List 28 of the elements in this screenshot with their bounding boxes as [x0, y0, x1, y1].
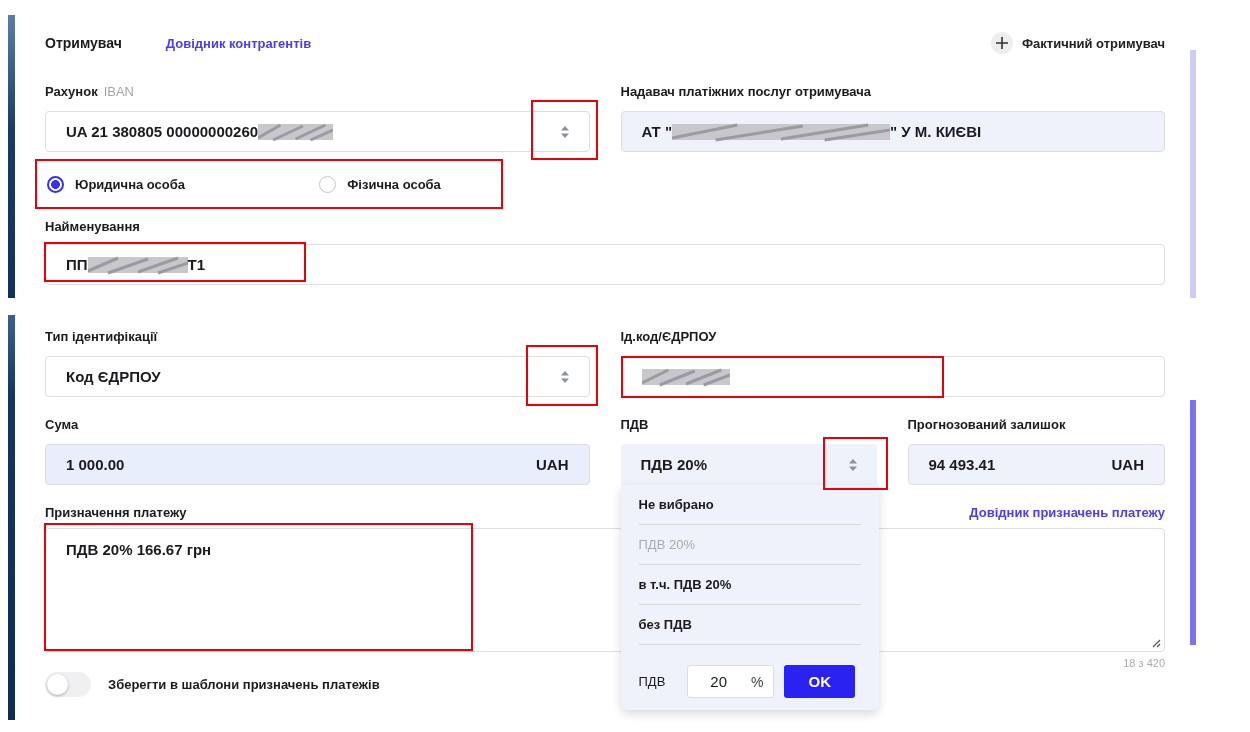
field-label: Тип ідентифікації: [45, 329, 158, 346]
purpose-value: ПДВ 20% 166.67 грн: [66, 541, 212, 558]
provider-value: АТ ": [641, 123, 673, 140]
account-value: UA 21 380805 00000000260: [66, 123, 259, 140]
field-label: Надавач платіжних послуг отримувача: [620, 84, 871, 101]
name-value: Т1: [187, 256, 206, 273]
section-title: Отримувач: [45, 35, 122, 51]
currency-label: UAH: [1111, 456, 1144, 473]
id-type-value: Код ЄДРПОУ: [66, 368, 161, 385]
character-counter: 18 з 420: [1122, 657, 1165, 669]
currency-label: UAH: [536, 456, 569, 473]
field-label: Прогнозований залишок: [907, 417, 1066, 434]
toggle-label: Зберегти в шаблони призначень платежів: [108, 677, 380, 692]
field-label: Ід.код/ЄДРПОУ: [620, 329, 717, 346]
field-label: Призначення платежу: [45, 505, 187, 520]
field-hint: IBAN: [103, 84, 134, 101]
percent-label: %: [750, 673, 764, 690]
name-value: ПП: [66, 256, 88, 273]
rate-label: ПДВ: [638, 674, 666, 689]
amount-value: 1 000.00: [66, 456, 125, 473]
field-label: Рахунок: [45, 84, 98, 101]
balance-value: 94 493.41: [928, 456, 996, 473]
provider-value: " У М. КИЄВІ: [890, 123, 982, 140]
vat-value: ПДВ 20%: [640, 456, 707, 473]
field-label: Сума: [45, 417, 79, 434]
rate-value: 20: [710, 673, 727, 690]
field-label: ПДВ: [620, 417, 649, 434]
field-label: Найменування: [45, 219, 140, 236]
